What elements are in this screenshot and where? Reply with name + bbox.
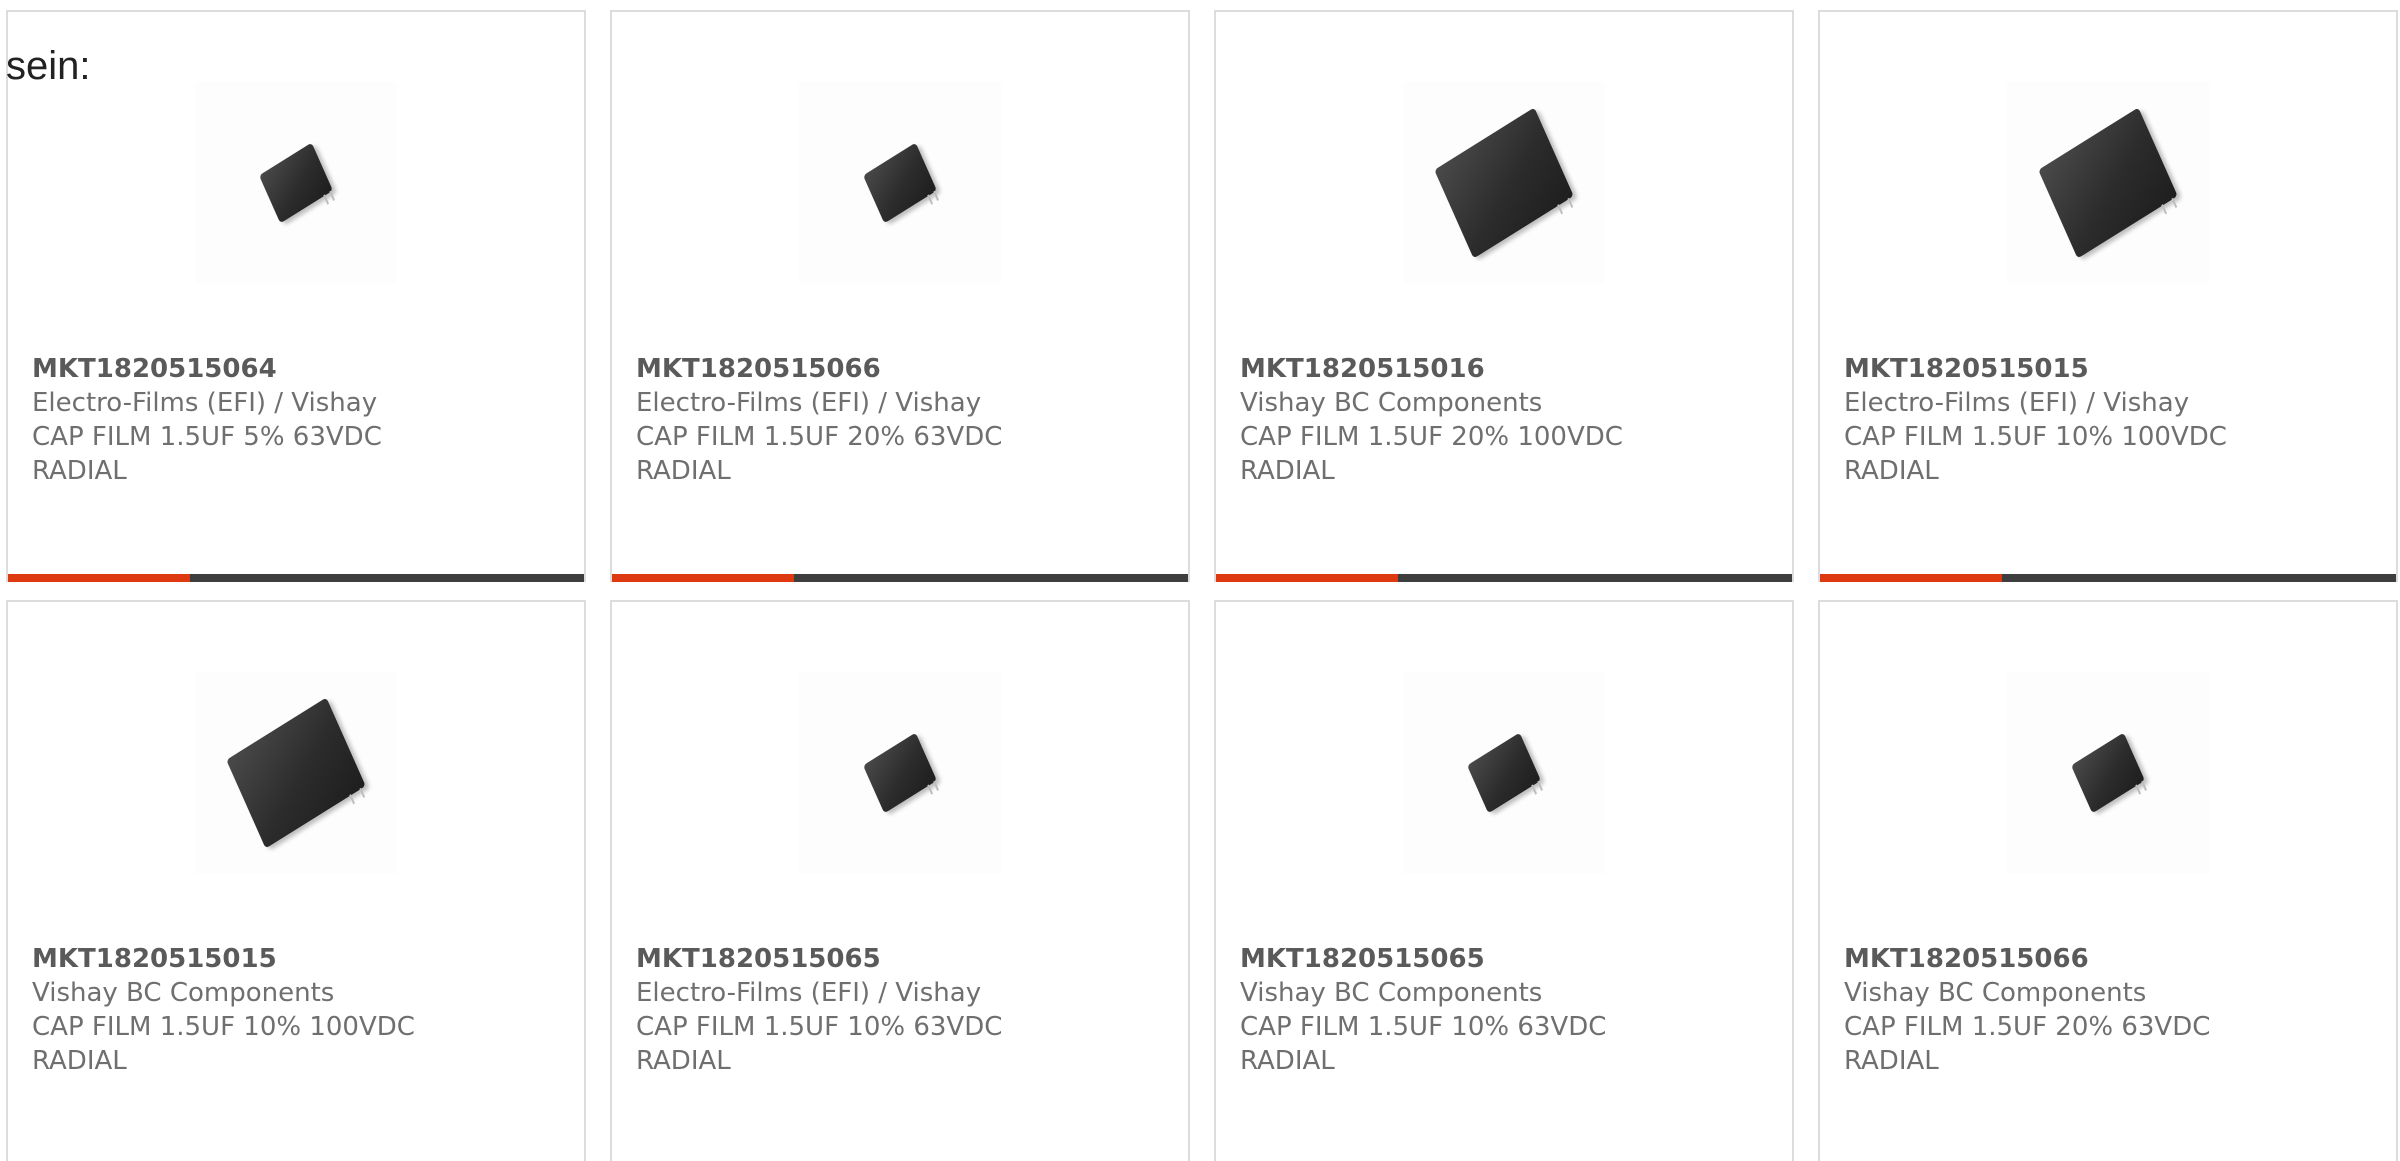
film-capacitor-large-icon [2038, 107, 2178, 259]
manufacturer: Electro-Films (EFI) / Vishay [1844, 388, 2190, 418]
product-card[interactable]: MKT1820515015 Electro-Films (EFI) / Vish… [1818, 10, 2398, 582]
description: CAP FILM 1.5UF 5% 63VDC [32, 422, 382, 452]
manufacturer: Electro-Films (EFI) / Vishay [32, 388, 378, 418]
product-info: MKT1820515065 Vishay BC Components CAP F… [1240, 942, 1776, 1078]
part-number[interactable]: MKT1820515064 [32, 352, 568, 386]
card-accent-bar [8, 574, 190, 582]
part-number[interactable]: MKT1820515066 [1844, 942, 2380, 976]
product-info: MKT1820515016 Vishay BC Components CAP F… [1240, 352, 1776, 488]
manufacturer: Vishay BC Components [1240, 978, 1543, 1008]
product-image[interactable] [195, 82, 397, 284]
manufacturer: Electro-Films (EFI) / Vishay [636, 388, 982, 418]
product-image[interactable] [799, 82, 1001, 284]
description: CAP FILM 1.5UF 10% 63VDC [1240, 1012, 1607, 1042]
product-image[interactable] [2007, 82, 2209, 284]
description: CAP FILM 1.5UF 10% 63VDC [636, 1012, 1003, 1042]
description: CAP FILM 1.5UF 20% 100VDC [1240, 422, 1623, 452]
product-grid: MKT1820515064 Electro-Films (EFI) / Vish… [6, 10, 2398, 1161]
part-number[interactable]: MKT1820515016 [1240, 352, 1776, 386]
product-info: MKT1820515064 Electro-Films (EFI) / Vish… [32, 352, 568, 488]
product-info: MKT1820515015 Vishay BC Components CAP F… [32, 942, 568, 1078]
package: RADIAL [636, 1046, 731, 1076]
description: CAP FILM 1.5UF 10% 100VDC [32, 1012, 415, 1042]
card-accent-bar [1820, 574, 2002, 582]
intro-text: sein: [6, 44, 91, 88]
film-capacitor-large-icon [1434, 107, 1574, 259]
film-capacitor-small-icon [259, 142, 333, 224]
product-card[interactable]: MKT1820515016 Vishay BC Components CAP F… [1214, 10, 1794, 582]
film-capacitor-small-icon [863, 142, 937, 224]
part-number[interactable]: MKT1820515065 [1240, 942, 1776, 976]
product-card[interactable]: MKT1820515066 Vishay BC Components CAP F… [1818, 600, 2398, 1161]
product-image[interactable] [195, 672, 397, 874]
description: CAP FILM 1.5UF 20% 63VDC [636, 422, 1003, 452]
product-image[interactable] [799, 672, 1001, 874]
part-number[interactable]: MKT1820515065 [636, 942, 1172, 976]
film-capacitor-small-icon [1467, 732, 1541, 814]
description: CAP FILM 1.5UF 20% 63VDC [1844, 1012, 2211, 1042]
product-image[interactable] [2007, 672, 2209, 874]
product-info: MKT1820515066 Electro-Films (EFI) / Vish… [636, 352, 1172, 488]
description: CAP FILM 1.5UF 10% 100VDC [1844, 422, 2227, 452]
card-accent-bar [612, 574, 794, 582]
part-number[interactable]: MKT1820515015 [1844, 352, 2380, 386]
manufacturer: Vishay BC Components [1240, 388, 1543, 418]
product-info: MKT1820515066 Vishay BC Components CAP F… [1844, 942, 2380, 1078]
card-bottom-bar [1216, 574, 1792, 582]
product-info: MKT1820515065 Electro-Films (EFI) / Vish… [636, 942, 1172, 1078]
part-number[interactable]: MKT1820515015 [32, 942, 568, 976]
manufacturer: Vishay BC Components [1844, 978, 2147, 1008]
part-number[interactable]: MKT1820515066 [636, 352, 1172, 386]
product-info: MKT1820515015 Electro-Films (EFI) / Vish… [1844, 352, 2380, 488]
package: RADIAL [1844, 1046, 1939, 1076]
package: RADIAL [32, 456, 127, 486]
product-image[interactable] [1403, 672, 1605, 874]
package: RADIAL [1844, 456, 1939, 486]
product-card[interactable]: MKT1820515015 Vishay BC Components CAP F… [6, 600, 586, 1161]
package: RADIAL [32, 1046, 127, 1076]
product-card[interactable]: MKT1820515066 Electro-Films (EFI) / Vish… [610, 10, 1190, 582]
film-capacitor-large-icon [226, 697, 366, 849]
manufacturer: Electro-Films (EFI) / Vishay [636, 978, 982, 1008]
film-capacitor-small-icon [2071, 732, 2145, 814]
product-card[interactable]: MKT1820515064 Electro-Films (EFI) / Vish… [6, 10, 586, 582]
card-bottom-bar [8, 574, 584, 582]
package: RADIAL [1240, 1046, 1335, 1076]
package: RADIAL [1240, 456, 1335, 486]
card-bottom-bar [612, 574, 1188, 582]
product-card[interactable]: MKT1820515065 Vishay BC Components CAP F… [1214, 600, 1794, 1161]
film-capacitor-small-icon [863, 732, 937, 814]
package: RADIAL [636, 456, 731, 486]
product-card[interactable]: MKT1820515065 Electro-Films (EFI) / Vish… [610, 600, 1190, 1161]
manufacturer: Vishay BC Components [32, 978, 335, 1008]
card-bottom-bar [1820, 574, 2396, 582]
card-accent-bar [1216, 574, 1398, 582]
product-image[interactable] [1403, 82, 1605, 284]
